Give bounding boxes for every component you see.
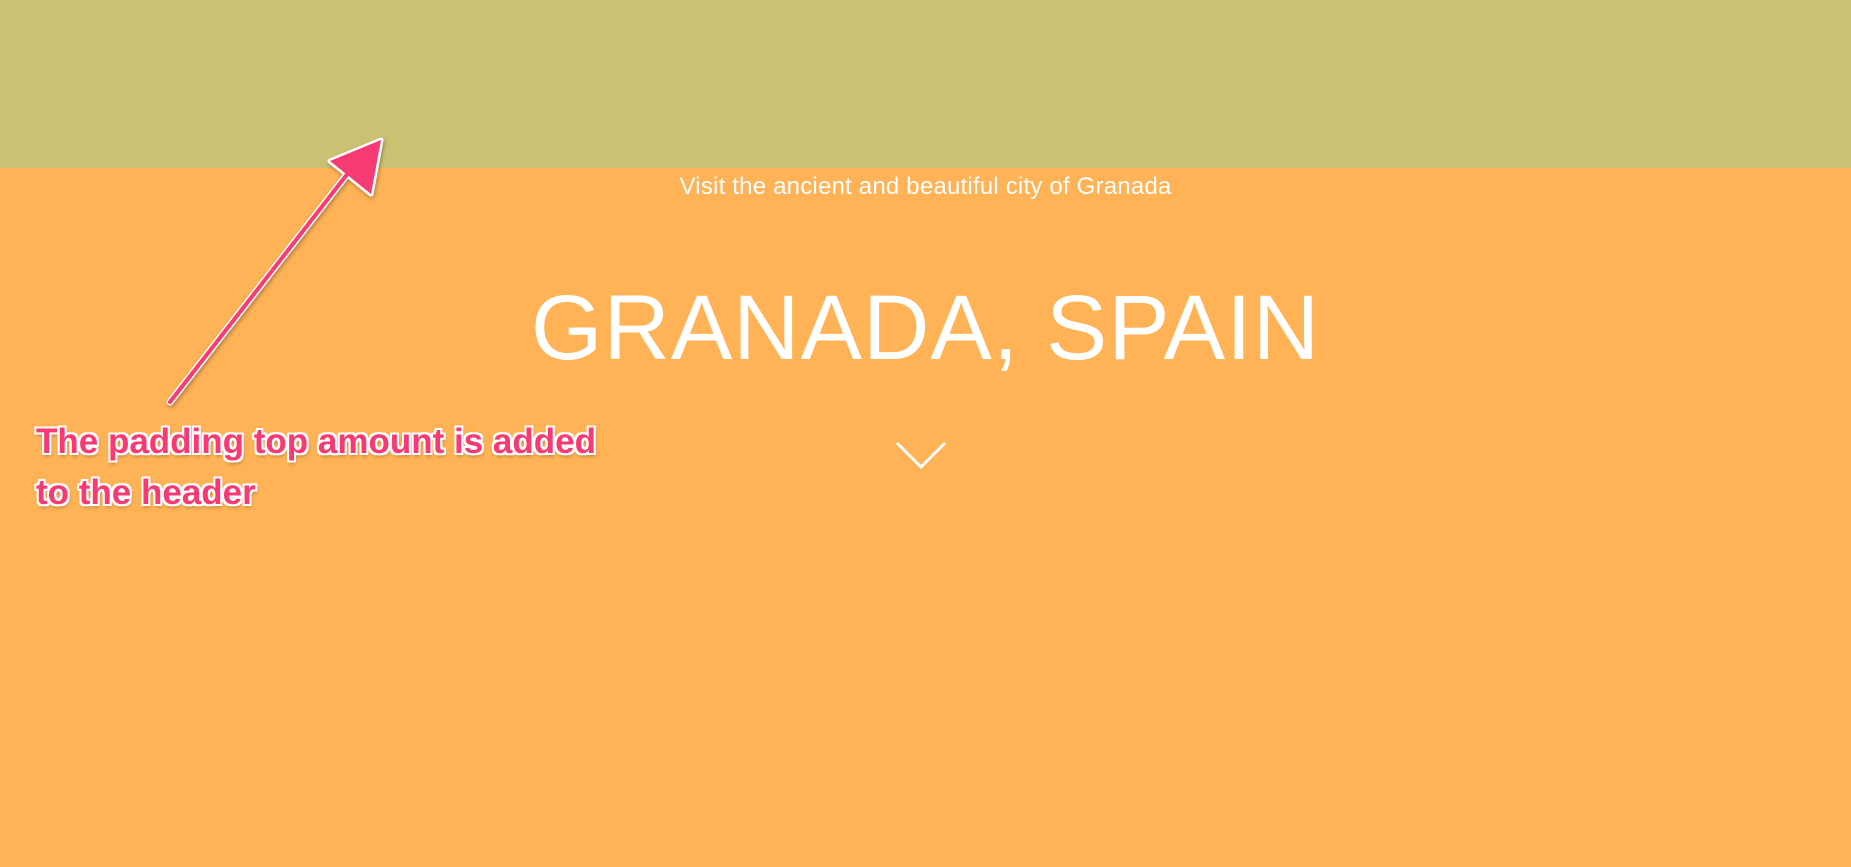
header-padding-top xyxy=(0,0,1851,168)
header-tagline: Visit the ancient and beautiful city of … xyxy=(679,173,1172,200)
annotation-text: The padding top amount is added to the h… xyxy=(36,422,596,512)
page-title: GRANADA, SPAIN xyxy=(530,277,1321,379)
page: Visit the ancient and beautiful city of … xyxy=(0,0,1851,867)
chevron-down-icon[interactable] xyxy=(895,440,947,470)
